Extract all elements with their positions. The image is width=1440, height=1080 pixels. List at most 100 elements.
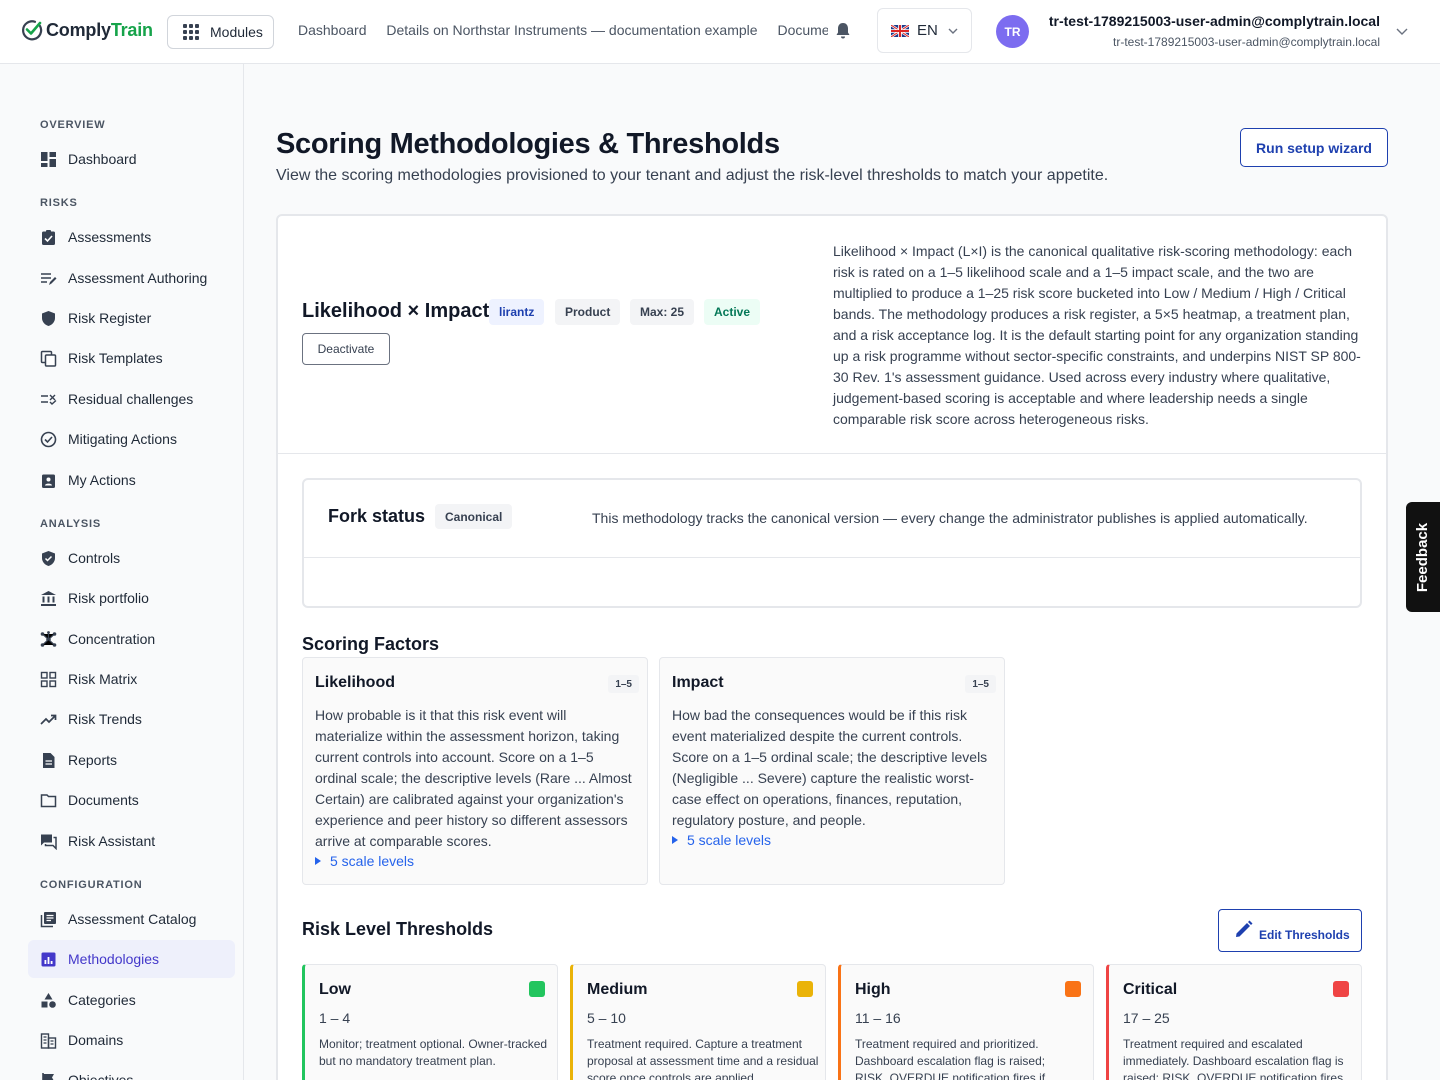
risk-level-thresholds-heading: Risk Level Thresholds [302,919,494,939]
flag-icon [42,1072,54,1080]
run-setup-wizard-button[interactable]: Run setup wizard [1240,128,1388,167]
sidebar-item-risk-assistant[interactable]: Risk Assistant [28,822,235,860]
sidebar-item-label: Assessment Catalog [68,911,197,927]
app-logo[interactable]: Comply Train [20,18,153,42]
threshold-name: Critical [1123,981,1178,998]
factor-range-badge: 1–5 [965,675,996,693]
threshold-description: Treatment required. Capture a treatment … [587,1037,819,1080]
sidebar-item-label: Dashboard [68,151,137,167]
analytics-icon [41,952,56,966]
sidebar-item-risk-trends[interactable]: Risk Trends [28,700,235,738]
factor-name: Impact [672,674,724,691]
breadcrumb-item[interactable]: Documents [777,22,828,38]
threshold-description: Treatment required and prioritized. Dash… [855,1037,1046,1080]
deactivate-button[interactable]: Deactivate [302,333,390,365]
sidebar-item-reports[interactable]: Reports [28,741,235,779]
page-title: Scoring Methodologies & Thresholds [276,128,780,160]
sidebar-item-assessments[interactable]: Assessments [28,218,235,256]
threshold-card-high: High 11 – 16 Treatment required and prio… [838,964,1094,1080]
sidebar-item-label: Categories [68,992,136,1008]
folder-icon [40,793,57,807]
sidebar-item-my-actions[interactable]: My Actions [28,461,235,499]
sidebar-item-dashboard[interactable]: Dashboard [28,140,235,178]
sidebar-item-controls[interactable]: Controls [28,539,235,577]
hub-icon [40,630,57,647]
sidebar-item-label: My Actions [68,472,136,488]
sidebar-item-label: Assessments [68,229,152,245]
sidebar-item-categories[interactable]: Categories [28,981,235,1019]
scale-levels-toggle[interactable]: 5 scale levels [315,853,414,869]
threshold-name: Medium [587,981,648,998]
sidebar-section-risks: RISKS [40,197,78,209]
threshold-name: Low [319,981,351,998]
sidebar-item-methodologies[interactable]: Methodologies [28,940,235,978]
sidebar-item-mitigating-actions[interactable]: Mitigating Actions [28,420,235,458]
sidebar-item-documents[interactable]: Documents [28,781,235,819]
top-bar: Comply Train Modules Dashboard Details on… [0,0,1440,64]
sidebar-item-label: Reports [68,752,118,768]
sidebar-item-label: Risk Matrix [68,671,138,687]
logo-text-comply: Comply [46,19,111,40]
fork-status-panel [302,478,1362,608]
sidebar-item-label: Concentration [68,631,156,647]
language-select[interactable]: EN [877,8,972,53]
user-name[interactable]: tr-test-1789215003-user-admin@complytrai… [1049,13,1380,29]
sidebar-item-residual-challenges[interactable]: Residual challenges [28,380,235,418]
sidebar-item-label: Risk portfolio [68,590,149,606]
sidebar-item-objectives[interactable]: Objectives [28,1061,235,1080]
uk-flag-icon [891,24,909,37]
sidebar-item-risk-matrix[interactable]: Risk Matrix [28,660,235,698]
sidebar-item-concentration[interactable]: Concentration [28,620,235,658]
sidebar-item-risk-register[interactable]: Risk Register [28,299,235,337]
domain-icon [40,1032,57,1049]
avatar[interactable]: TR [996,15,1029,48]
sidebar-section-analysis: ANALYSIS [40,518,102,530]
chevron-down-icon [948,28,958,34]
sidebar-section-overview: OVERVIEW [40,119,106,131]
bank-icon [41,590,56,606]
bell-icon[interactable] [835,22,851,40]
sidebar-item-assessment-authoring[interactable]: Assessment Authoring [28,259,235,297]
max-score-badge: Max: 25 [630,299,695,325]
sidebar-item-assessment-catalog[interactable]: Assessment Catalog [28,900,235,938]
factor-card-likelihood: Likelihood 1–5 How probable is it that t… [302,657,648,885]
sidebar-item-label: Risk Assistant [68,833,156,849]
sidebar-item-domains[interactable]: Domains [28,1021,235,1059]
assignment-check-icon [42,229,55,245]
type-badge: Product [555,299,621,325]
dashboard-icon [41,151,56,167]
modules-button[interactable]: Modules [167,15,274,49]
threshold-card-critical: Critical 17 – 25 Treatment required and … [1106,964,1362,1080]
page-subtitle: View the scoring methodologies provision… [276,167,1109,184]
sidebar-item-risk-portfolio[interactable]: Risk portfolio [28,579,235,617]
fork-divider [304,557,1360,558]
factor-card-impact: Impact 1–5 How bad the consequences woul… [659,657,1005,885]
scale-levels-label: 5 scale levels [687,832,772,848]
feedback-tab[interactable]: Feedback [1406,502,1440,612]
sidebar-item-label: Mitigating Actions [68,431,177,447]
pencil-icon [1236,920,1253,937]
assignment-ind-icon [42,474,55,488]
edit-thresholds-button[interactable]: Edit Thresholds [1218,909,1362,952]
threshold-name: High [855,981,891,998]
check-circle-icon [40,431,57,447]
methodology-name: Likelihood × Impact [302,300,490,322]
breadcrumb-item[interactable]: Dashboard [298,22,367,38]
user-email: tr-test-1789215003-user-admin@complytrai… [1113,35,1380,49]
sidebar-item-label: Assessment Authoring [68,270,208,286]
fork-status-text: This methodology tracks the canonical ve… [592,510,1308,526]
sidebar-item-risk-templates[interactable]: Risk Templates [28,339,235,377]
methodology-description: Likelihood × Impact (L×I) is the canonic… [833,243,1361,427]
threshold-color-swatch [797,981,813,997]
scale-levels-toggle[interactable]: 5 scale levels [672,832,771,848]
language-label: EN [917,22,938,39]
sidebar-item-label: Risk Trends [68,711,142,727]
user-menu-chevron-icon[interactable] [1396,28,1408,35]
threshold-color-swatch [529,981,545,997]
canonical-badge: Canonical [435,504,513,529]
factor-description: How bad the consequences would be if thi… [672,707,988,828]
threshold-description: Treatment required and escalated immedia… [1123,1037,1347,1080]
description-icon [43,752,55,768]
feedback-label: Feedback [1414,522,1432,592]
breadcrumb-item[interactable]: Details on Northstar Instruments — docum… [386,22,757,38]
